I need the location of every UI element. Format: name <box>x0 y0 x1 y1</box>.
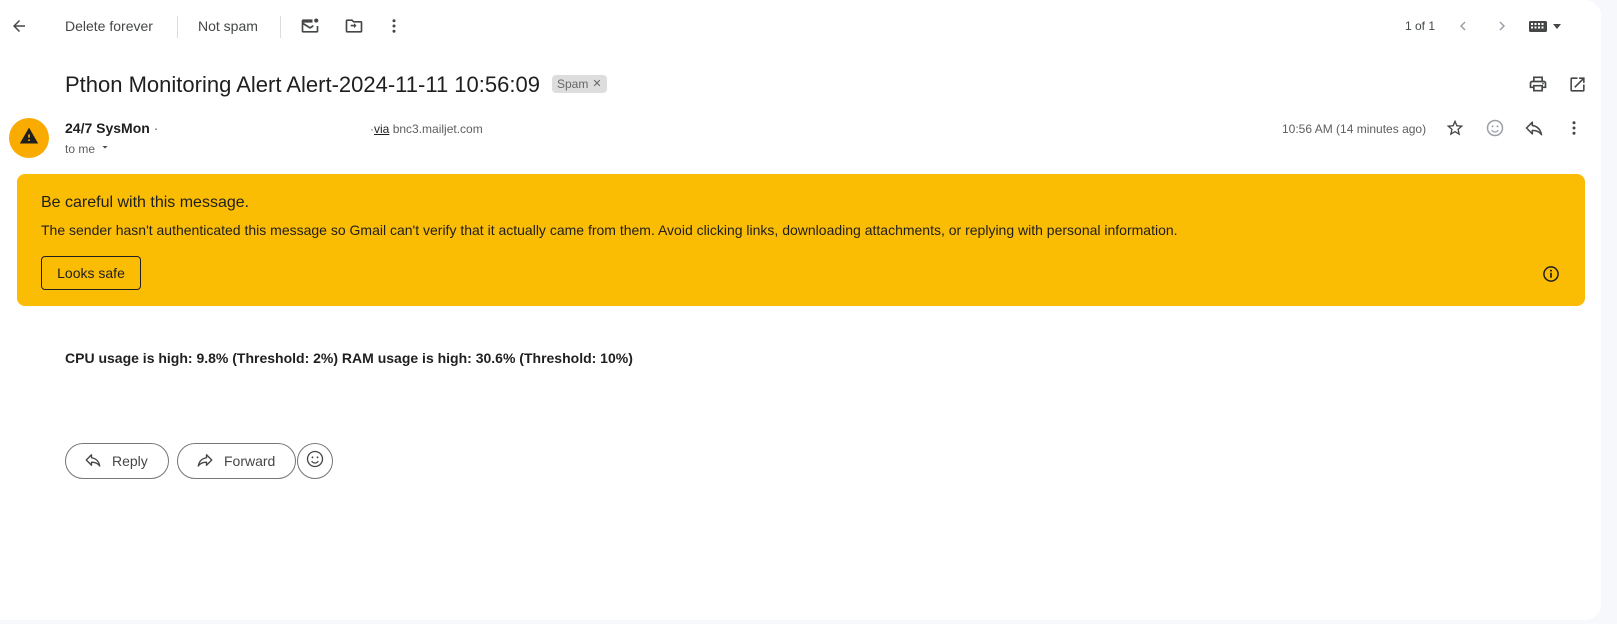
warning-icon <box>19 126 39 151</box>
via-domain: ·via bnc3.mailjet.com <box>370 122 483 136</box>
toolbar-divider <box>177 16 178 38</box>
print-icon <box>1528 74 1548 94</box>
delete-forever-button[interactable]: Delete forever <box>65 16 153 36</box>
forward-icon <box>196 451 214 472</box>
print-all-button[interactable] <box>1523 69 1553 99</box>
emoji-icon <box>305 449 325 474</box>
newer-button[interactable] <box>1448 11 1478 41</box>
reply-button[interactable]: Reply <box>65 443 169 479</box>
chevron-down-icon <box>99 140 111 158</box>
forward-label: Forward <box>224 453 276 469</box>
add-reaction-button[interactable] <box>1480 113 1510 143</box>
open-new-window-icon <box>1568 75 1587 94</box>
sender-name[interactable]: 24/7 SysMon · <box>65 118 158 138</box>
not-spam-button[interactable]: Not spam <box>198 16 258 36</box>
chevron-right-icon <box>1493 17 1511 35</box>
message-time: 10:56 AM (14 minutes ago) <box>1282 122 1427 136</box>
email-subject: Pthon Monitoring Alert Alert-2024-11-11 … <box>65 72 540 97</box>
reply-label: Reply <box>112 453 148 469</box>
spam-label-chip[interactable]: Spam ✕ <box>552 75 607 93</box>
more-vert-icon <box>385 17 403 35</box>
star-icon <box>1445 118 1465 138</box>
emoji-icon <box>1485 118 1505 138</box>
chevron-left-icon <box>1454 17 1472 35</box>
remove-label-icon[interactable]: ✕ <box>592 75 601 93</box>
back-button[interactable] <box>4 11 34 41</box>
keyboard-icon <box>1528 18 1566 34</box>
recipient-dropdown[interactable]: to me <box>65 140 111 158</box>
reply-icon-button[interactable] <box>1519 113 1549 143</box>
pagination-text: 1 of 1 <box>1405 19 1436 33</box>
more-vert-icon <box>1565 119 1583 137</box>
message-more-button[interactable] <box>1559 113 1589 143</box>
mark-unread-button[interactable] <box>295 11 325 41</box>
back-arrow-icon <box>10 17 28 35</box>
warning-text: The sender hasn't authenticated this mes… <box>41 222 1178 238</box>
older-button[interactable] <box>1487 11 1517 41</box>
looks-safe-button[interactable]: Looks safe <box>41 256 141 290</box>
reply-icon <box>1524 118 1544 138</box>
toolbar-divider <box>280 16 281 38</box>
move-to-icon <box>344 16 364 36</box>
move-to-button[interactable] <box>339 11 369 41</box>
warning-banner: Be careful with this message. The sender… <box>17 174 1585 306</box>
emoji-reaction-button[interactable] <box>297 443 333 479</box>
more-options-button[interactable] <box>379 11 409 41</box>
info-icon[interactable] <box>1541 264 1561 289</box>
reply-icon <box>84 451 102 472</box>
email-view-panel: Delete forever Not spam 1 of 1 Pthon Mon… <box>0 0 1601 620</box>
input-tools-button[interactable] <box>1525 11 1569 41</box>
warning-title: Be careful with this message. <box>41 194 250 211</box>
star-button[interactable] <box>1440 113 1470 143</box>
spam-label-text: Spam <box>557 77 589 91</box>
recipient-label: to me <box>65 142 96 156</box>
sender-avatar[interactable] <box>9 118 49 158</box>
email-body: CPU usage is high: 9.8% (Threshold: 2%) … <box>65 350 633 366</box>
open-in-new-window-button[interactable] <box>1562 69 1592 99</box>
mark-unread-icon <box>300 16 320 36</box>
forward-button[interactable]: Forward <box>177 443 297 479</box>
